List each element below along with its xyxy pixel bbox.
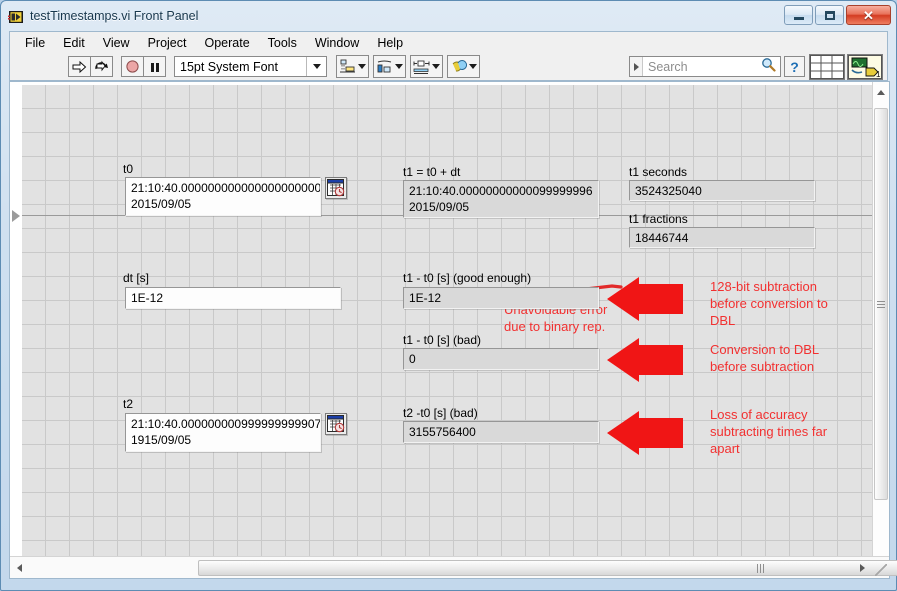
font-selector[interactable]: 15pt System Font: [174, 56, 327, 77]
label-t0: t0: [123, 162, 134, 176]
arrow-dbl-first: [607, 338, 683, 382]
indicator-t1-t0-good[interactable]: 1E-12: [403, 287, 599, 309]
resize-objects-button[interactable]: [410, 55, 443, 78]
anno-far-apart: Loss of accuracy subtracting times far a…: [710, 407, 828, 456]
minimize-button[interactable]: [784, 5, 813, 25]
vi-connector-pane-icon[interactable]: 1: [847, 54, 883, 80]
run-continuously-icon: [94, 60, 108, 71]
vertical-scrollbar[interactable]: [872, 82, 889, 556]
menu-item-file[interactable]: File: [16, 34, 54, 52]
horizontal-scrollbar-thumb[interactable]: [198, 560, 897, 576]
title-bar: testTimestamps.vi Front Panel ✕: [1, 1, 896, 31]
scroll-up-button[interactable]: [873, 84, 889, 101]
arrow-far-apart: [607, 411, 683, 455]
menu-item-help[interactable]: Help: [368, 34, 412, 52]
horizontal-scrollbar[interactable]: [10, 556, 897, 578]
indicator-t1-t0-bad[interactable]: 0: [403, 348, 599, 370]
abort-execution-button[interactable]: [121, 56, 144, 77]
maximize-button[interactable]: [815, 5, 844, 25]
context-help-question-icon: ?: [790, 58, 799, 75]
font-selector-value: 15pt System Font: [180, 59, 278, 74]
calendar-clock-icon: [327, 415, 345, 433]
chevron-left-icon: [16, 563, 22, 572]
run-button[interactable]: [68, 56, 91, 77]
window-title: testTimestamps.vi Front Panel: [30, 9, 199, 23]
align-objects-button[interactable]: [336, 55, 369, 78]
arrow-128bit: [607, 277, 683, 321]
close-icon: ✕: [863, 7, 874, 23]
search-input[interactable]: Search: [629, 56, 781, 77]
front-panel-area: t0 21:10:40.000000000000000000000 2015/0…: [9, 81, 897, 579]
align-objects-icon: [340, 59, 355, 72]
calendar-clock-icon: [327, 179, 345, 197]
reorder-objects-button[interactable]: [447, 55, 480, 78]
menu-bar: File Edit View Project Operate Tools Win…: [9, 31, 888, 53]
menu-item-edit[interactable]: Edit: [54, 34, 94, 52]
search-scope-icon[interactable]: [630, 57, 643, 76]
resize-objects-icon: [413, 60, 430, 74]
control-t2[interactable]: 21:10:40.000000000999999999907 1915/09/0…: [125, 413, 321, 452]
menu-item-view[interactable]: View: [94, 34, 139, 52]
pause-icon: [150, 62, 159, 72]
scrollbar-grip-icon: [877, 300, 885, 308]
timestamp-picker-button-t2[interactable]: [325, 413, 347, 435]
menu-item-tools[interactable]: Tools: [259, 34, 306, 52]
label-t1-seconds: t1 seconds: [629, 165, 688, 179]
tool-bar: 15pt System Font Search ? 1: [9, 53, 888, 81]
run-continuously-button[interactable]: [90, 56, 113, 77]
search-placeholder: Search: [648, 59, 688, 74]
scrollbar-grip-icon: [757, 563, 764, 573]
label-t1-sum: t1 = t0 + dt: [403, 165, 461, 179]
indicator-t1-sum[interactable]: 21:10:40.00000000000099999996 2015/09/05: [403, 180, 599, 218]
panel-origin-marker: [12, 210, 20, 222]
menu-item-operate[interactable]: Operate: [195, 34, 258, 52]
svg-text:1: 1: [876, 70, 881, 79]
window-controls: ✕: [784, 5, 891, 25]
label-t2-t0-bad: t2 -t0 [s] (bad): [403, 406, 478, 420]
reorder-objects-icon: [452, 59, 467, 72]
anno-128bit: 128-bit subtraction before conversion to…: [710, 279, 828, 328]
front-panel-canvas[interactable]: t0 21:10:40.000000000000000000000 2015/0…: [22, 85, 872, 556]
timestamp-picker-button-t0[interactable]: [325, 177, 347, 199]
labview-vi-icon: [8, 9, 24, 25]
menu-item-project[interactable]: Project: [139, 34, 196, 52]
labview-window: testTimestamps.vi Front Panel ✕ File Edi…: [0, 0, 897, 591]
toolbar-right-icons: 1: [809, 54, 883, 80]
label-t1-t0-good: t1 - t0 [s] (good enough): [403, 271, 532, 285]
chevron-down-icon[interactable]: [306, 57, 326, 76]
distribute-objects-icon: [377, 60, 392, 72]
abort-execution-icon: [126, 60, 139, 73]
window-resize-grip[interactable]: [875, 564, 887, 576]
scroll-left-button[interactable]: [10, 563, 28, 572]
label-t1-fractions: t1 fractions: [629, 212, 688, 226]
indicator-t2-t0-bad[interactable]: 3155756400: [403, 421, 599, 443]
chevron-right-icon: [859, 563, 865, 572]
label-dt: dt [s]: [123, 271, 150, 285]
menu-item-window[interactable]: Window: [306, 34, 368, 52]
context-help-button[interactable]: ?: [784, 56, 805, 77]
control-t0[interactable]: 21:10:40.000000000000000000000 2015/09/0…: [125, 177, 321, 216]
pause-button[interactable]: [143, 56, 166, 77]
panel-left-gutter: [10, 82, 22, 556]
scroll-right-button[interactable]: [853, 563, 871, 572]
minimize-icon: [793, 16, 804, 20]
label-t2: t2: [123, 397, 134, 411]
label-t1-t0-bad: t1 - t0 [s] (bad): [403, 333, 482, 347]
close-button[interactable]: ✕: [846, 5, 891, 25]
window-layout-icon[interactable]: [809, 54, 845, 80]
run-arrow-icon: [72, 60, 87, 73]
indicator-t1-fractions[interactable]: 18446744: [629, 227, 815, 248]
distribute-objects-button[interactable]: [373, 55, 406, 78]
indicator-t1-seconds[interactable]: 3524325040: [629, 180, 815, 201]
anno-dbl-first: Conversion to DBL before subtraction: [710, 342, 820, 374]
magnifier-icon[interactable]: [761, 57, 776, 77]
chevron-up-icon: [877, 90, 885, 95]
maximize-icon: [824, 10, 835, 20]
vertical-scrollbar-thumb[interactable]: [874, 108, 888, 500]
control-dt[interactable]: 1E-12: [125, 287, 341, 309]
